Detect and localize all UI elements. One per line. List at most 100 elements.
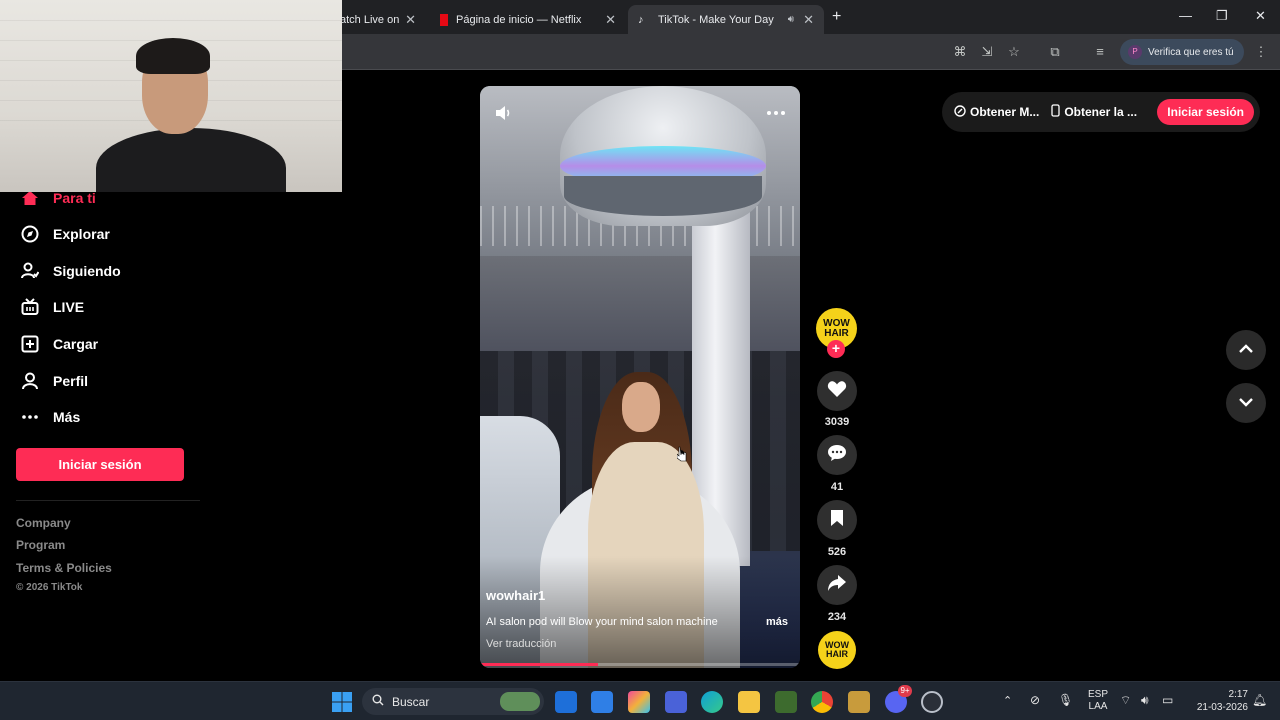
notification-badge: 9+ xyxy=(898,685,912,697)
profile-button[interactable]: P Verifica que eres tú xyxy=(1120,39,1244,65)
clock-time: 2:17 xyxy=(1228,689,1248,700)
microphone-icon[interactable]: 🎙︎ xyxy=(1058,693,1073,707)
windows-taskbar: Buscar 9+ ⌃ ⊘ 🎙︎ ESP LAA ⌔ 🔊︎ ▭ 2:17 21-… xyxy=(0,681,1280,720)
battery-icon[interactable]: ▭ xyxy=(1162,693,1173,707)
sidebar-item-live[interactable]: LIVE xyxy=(20,297,84,317)
speaker-icon[interactable]: 🔊︎ xyxy=(788,14,794,25)
chevron-down-icon xyxy=(1238,394,1254,412)
volume-tray-icon[interactable]: 🔊︎ xyxy=(1141,693,1149,708)
music-disc-avatar[interactable]: WOW HAIR xyxy=(818,631,856,669)
phone-icon xyxy=(1051,104,1060,120)
video-options-icon[interactable] xyxy=(766,104,786,127)
get-app-link[interactable]: Obtener la ... xyxy=(1051,104,1137,120)
mouse-cursor-icon xyxy=(676,446,687,462)
profile-avatar: P xyxy=(1128,45,1142,59)
footer-link-terms[interactable]: Terms & Policies xyxy=(16,561,112,575)
video-username[interactable]: wowhair1 xyxy=(486,588,545,603)
get-coins-link[interactable]: Obtener M... xyxy=(954,104,1039,120)
profile-label: Verifica que eres tú xyxy=(1148,46,1234,58)
netflix-icon xyxy=(440,13,448,26)
top-action-bar: Obtener M... Obtener la ... Iniciar sesi… xyxy=(942,92,1260,132)
new-tab-icon[interactable]: + xyxy=(832,8,841,26)
sidebar-item-mas[interactable]: Más xyxy=(20,407,80,427)
discord-icon[interactable]: 9+ xyxy=(885,685,912,713)
tab-tiktok[interactable]: ♪ TikTok - Make Your Day 🔊︎ ✕ xyxy=(628,5,824,34)
chrome-icon[interactable] xyxy=(811,691,833,713)
sidebar-item-siguiendo[interactable]: Siguiendo xyxy=(20,261,121,281)
wifi-icon[interactable]: ⌔ xyxy=(1120,693,1131,708)
search-label: Buscar xyxy=(392,694,430,709)
bookmark-star-icon[interactable]: ☆ xyxy=(1005,43,1023,61)
comment-icon xyxy=(827,444,847,467)
edge-icon[interactable] xyxy=(701,691,723,713)
minimize-icon[interactable]: — xyxy=(1179,8,1192,23)
menu-kebab-icon[interactable]: ⋮ xyxy=(1252,43,1270,61)
start-windows-icon[interactable] xyxy=(331,691,353,713)
save-button[interactable] xyxy=(817,500,857,540)
translate-link[interactable]: Ver traducción xyxy=(486,638,556,650)
editor-app-icon[interactable] xyxy=(591,691,613,713)
webcam-person-torso xyxy=(96,128,286,192)
extensions-icon[interactable]: ⧉ xyxy=(1046,43,1064,61)
mail-app-icon[interactable] xyxy=(555,691,577,713)
clock[interactable]: 2:17 21-03-2026 xyxy=(1188,688,1248,714)
footer-link-company[interactable]: Company xyxy=(16,516,71,530)
previous-video-button[interactable] xyxy=(1226,330,1266,370)
live-icon xyxy=(20,297,40,317)
header-login-button[interactable]: Iniciar sesión xyxy=(1157,99,1254,125)
close-window-icon[interactable]: ✕ xyxy=(1255,8,1266,24)
tray-overflow-icon[interactable]: ⌃ xyxy=(1003,694,1012,707)
screen: atch Live on ✕ Página de inicio — Netfli… xyxy=(0,0,1280,720)
sidebar-item-perfil[interactable]: Perfil xyxy=(20,371,88,391)
compass-icon xyxy=(20,224,40,244)
notification-bell-icon[interactable]: 🔔︎ xyxy=(1252,693,1267,707)
tab-live[interactable]: atch Live on ✕ xyxy=(330,5,426,34)
file-explorer-icon[interactable] xyxy=(738,691,760,713)
copilot-app-icon[interactable] xyxy=(628,691,650,713)
login-button[interactable]: Iniciar sesión xyxy=(16,448,184,481)
volume-icon[interactable] xyxy=(494,104,512,127)
sidebar-item-label: Siguiendo xyxy=(53,263,121,279)
video-progress-bar[interactable] xyxy=(480,663,800,666)
search-icon xyxy=(372,694,384,709)
tiktok-icon: ♪ xyxy=(638,13,644,26)
heart-icon xyxy=(827,380,847,403)
sidebar-item-label: Explorar xyxy=(53,226,110,242)
sidebar-item-label: Para ti xyxy=(53,190,96,206)
teams-app-icon[interactable] xyxy=(665,691,687,713)
sidebar-item-label: Cargar xyxy=(53,336,99,352)
follow-plus-icon[interactable]: + xyxy=(827,340,845,358)
webcam-overlay xyxy=(0,0,342,192)
share-count: 234 xyxy=(827,611,847,623)
like-button[interactable] xyxy=(817,371,857,411)
restore-icon[interactable]: ❐ xyxy=(1216,8,1228,24)
league-app-icon[interactable] xyxy=(848,691,870,713)
tab-title: TikTok - Make Your Day xyxy=(658,13,774,26)
comment-count: 41 xyxy=(830,481,844,493)
sidebar-item-label: Perfil xyxy=(53,373,89,389)
taskbar-search[interactable]: Buscar xyxy=(362,688,544,715)
sidebar-item-explorar[interactable]: Explorar xyxy=(20,224,110,244)
minecraft-app-icon[interactable] xyxy=(775,691,797,713)
close-tab-icon[interactable]: ✕ xyxy=(605,12,616,28)
footer-link-program[interactable]: Program xyxy=(16,538,65,552)
close-tab-icon[interactable]: ✕ xyxy=(803,12,814,28)
tab-title: atch Live on xyxy=(340,13,400,26)
clock-date: 21-03-2026 xyxy=(1196,702,1248,713)
video-player[interactable]: wowhair1 AI salon pod will Blow your min… xyxy=(480,86,800,668)
lang-line1: ESP xyxy=(1087,689,1108,700)
close-tab-icon[interactable]: ✕ xyxy=(405,12,416,28)
media-control-icon[interactable]: ≡ xyxy=(1091,43,1109,61)
caption-more-link[interactable]: más xyxy=(766,616,788,628)
steam-app-icon[interactable] xyxy=(921,691,943,713)
comment-button[interactable] xyxy=(817,435,857,475)
share-button[interactable] xyxy=(817,565,857,605)
language-indicator[interactable]: ESP LAA xyxy=(1085,689,1111,713)
install-icon[interactable]: ⇲ xyxy=(978,43,996,61)
translate-icon[interactable]: ⌘ xyxy=(951,43,969,61)
next-video-button[interactable] xyxy=(1226,383,1266,423)
network-off-icon[interactable]: ⊘ xyxy=(1030,693,1040,707)
sidebar-item-cargar[interactable]: Cargar xyxy=(20,334,98,354)
profile-icon xyxy=(20,371,40,391)
tab-netflix[interactable]: Página de inicio — Netflix ✕ xyxy=(430,5,626,34)
